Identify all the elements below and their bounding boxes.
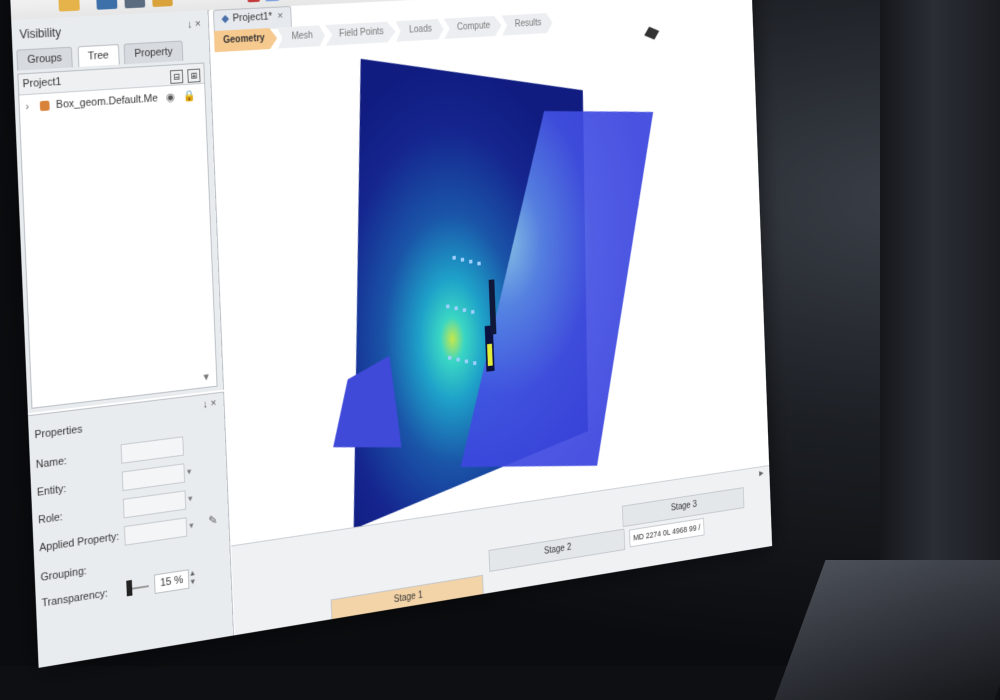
scroll-right-icon[interactable]: ► <box>758 468 766 479</box>
view-cube-icon[interactable] <box>644 26 660 40</box>
grouping-label: Grouping: <box>40 565 87 584</box>
tree-item-label: Box_geom.Default.Me <box>55 92 159 112</box>
chevron-down-icon: ▼ <box>186 493 195 504</box>
chevron-right-icon[interactable]: › <box>25 101 29 113</box>
rod-element[interactable] <box>487 343 493 367</box>
spinner-icon[interactable]: ▲ ▼ <box>189 568 197 586</box>
step-compute[interactable]: Compute <box>444 16 502 39</box>
properties-panel: ↓ × Properties Name: Entity: ▼ Role: ▼ A… <box>27 391 235 668</box>
entity-label: Entity: <box>36 482 67 499</box>
stage-2-tab[interactable]: Stage 2 <box>488 528 626 572</box>
close-icon[interactable]: × <box>277 10 283 22</box>
visibility-panel: Visibility ↓ × Groups Tree Property Proj… <box>11 10 224 414</box>
print-icon[interactable] <box>124 0 146 9</box>
tab-property[interactable]: Property <box>123 40 184 65</box>
step-geometry[interactable]: Geometry <box>214 28 278 53</box>
step-results[interactable]: Results <box>501 13 552 36</box>
name-field[interactable] <box>120 436 184 464</box>
panel-title: Properties <box>34 423 83 442</box>
panel-controls[interactable]: ↓ × <box>203 397 217 410</box>
3d-field-viewport[interactable] <box>309 41 667 533</box>
project-icon: ◆ <box>221 12 230 25</box>
collapse-all-icon[interactable]: ⊟ <box>169 69 184 84</box>
tab-groups[interactable]: Groups <box>16 46 73 71</box>
copy-icon[interactable] <box>151 0 173 8</box>
tab-label: Project1* <box>232 10 273 25</box>
lock-icon[interactable]: 🔒 <box>183 90 196 102</box>
tab-tree[interactable]: Tree <box>77 44 120 68</box>
undo-icon[interactable]: ↶ <box>202 0 215 4</box>
role-label: Role: <box>37 511 63 527</box>
panel-title: Visibility <box>19 25 62 42</box>
applied-property-select[interactable]: ▼ <box>123 517 195 546</box>
open-folder-icon[interactable] <box>58 0 80 12</box>
redo-icon[interactable]: ↷ <box>220 0 233 3</box>
eye-icon[interactable]: ◉ <box>166 91 175 103</box>
scroll-down-icon[interactable]: ▼ <box>202 372 211 384</box>
pencil-icon[interactable]: ✎ <box>208 513 218 528</box>
tree-view: Project1 ⊟ ⊞ › Box_geom.Default.Me ◉ 🔒 ▼ <box>17 62 218 409</box>
step-mesh[interactable]: Mesh <box>277 25 325 48</box>
applied-property-label: Applied Property: <box>39 530 120 555</box>
expand-all-icon[interactable]: ⊞ <box>187 68 201 83</box>
field-plane-lower-left[interactable] <box>329 354 402 457</box>
panel-controls[interactable]: ↓ × <box>187 18 201 30</box>
step-field-points[interactable]: Field Points <box>325 21 396 46</box>
chevron-down-icon: ▼ <box>187 520 196 531</box>
chevron-down-icon: ▼ <box>185 467 193 477</box>
transparency-label: Transparency: <box>41 587 109 610</box>
save-icon[interactable] <box>95 0 118 10</box>
tree-root-label: Project1 <box>22 75 62 91</box>
step-loads[interactable]: Loads <box>395 19 443 42</box>
geometry-icon <box>39 100 50 112</box>
entity-select[interactable]: ▼ <box>121 463 193 492</box>
role-select[interactable]: ▼ <box>122 490 194 519</box>
tool-icon[interactable] <box>246 0 261 3</box>
transparency-input[interactable]: 15 % <box>153 569 190 594</box>
name-label: Name: <box>35 455 68 472</box>
transparency-track[interactable] <box>132 585 149 590</box>
tool-icon[interactable] <box>264 0 280 2</box>
